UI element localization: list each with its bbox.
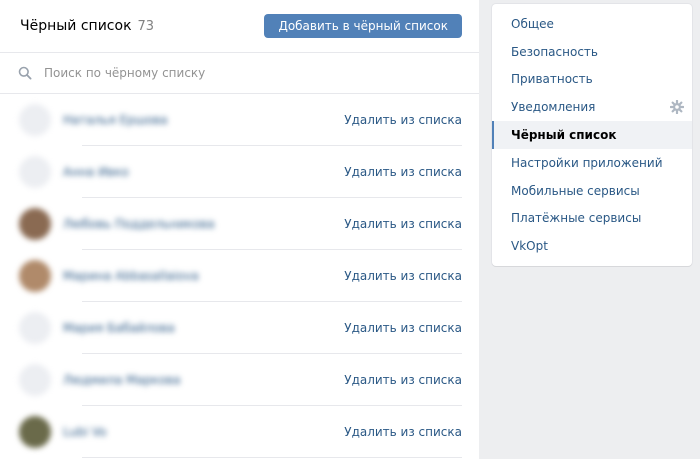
menu-item[interactable]: VkOpt bbox=[492, 232, 692, 260]
menu-item-label: Чёрный список bbox=[511, 128, 617, 143]
add-to-blacklist-button[interactable]: Добавить в чёрный список bbox=[264, 14, 462, 38]
menu-item[interactable]: Приватность bbox=[492, 66, 692, 94]
list-item: Наталья Ершова Удалить из списка bbox=[0, 94, 479, 146]
user-name[interactable]: Мария Бабайлова bbox=[63, 321, 344, 335]
gear-icon[interactable] bbox=[670, 100, 684, 115]
menu-item-label: Настройки приложений bbox=[511, 155, 663, 170]
list-item: Любовь Поддельникова Удалить из списка bbox=[0, 198, 479, 250]
title-wrap: Чёрный список 73 bbox=[20, 18, 154, 34]
menu-item[interactable]: Безопасность bbox=[492, 38, 692, 66]
list-item: Людмила Маркова Удалить из списка bbox=[0, 354, 479, 406]
panel-header: Чёрный список 73 Добавить в чёрный списо… bbox=[0, 0, 479, 53]
avatar[interactable] bbox=[19, 260, 51, 292]
menu-item[interactable]: Мобильные сервисы bbox=[492, 177, 692, 205]
list-item: Анна Ивко Удалить из списка bbox=[0, 146, 479, 198]
blacklist-count: 73 bbox=[137, 19, 155, 34]
user-name[interactable]: Любовь Поддельникова bbox=[63, 217, 344, 231]
menu-item-label: Приватность bbox=[511, 72, 593, 87]
remove-from-list-link[interactable]: Удалить из списка bbox=[344, 217, 462, 231]
avatar[interactable] bbox=[19, 364, 51, 396]
remove-from-list-link[interactable]: Удалить из списка bbox=[344, 425, 462, 439]
user-name[interactable]: Анна Ивко bbox=[63, 165, 344, 179]
page-title: Чёрный список bbox=[20, 18, 132, 34]
remove-from-list-link[interactable]: Удалить из списка bbox=[344, 373, 462, 387]
list-item: Мария Бабайлова Удалить из списка bbox=[0, 302, 479, 354]
menu-item[interactable]: Общее bbox=[492, 10, 692, 38]
menu-item[interactable]: Чёрный список bbox=[492, 121, 692, 149]
remove-from-list-link[interactable]: Удалить из списка bbox=[344, 321, 462, 335]
user-name[interactable]: Lubi Vo bbox=[63, 425, 344, 439]
search-bar bbox=[0, 53, 479, 94]
menu-item[interactable]: Уведомления bbox=[492, 93, 692, 121]
list-item: Lubi Vo Удалить из списка bbox=[0, 406, 479, 458]
user-name[interactable]: Людмила Маркова bbox=[63, 373, 344, 387]
settings-menu: Общее Безопасность Приватность Уведомления Ч… bbox=[492, 4, 692, 266]
menu-item-label: VkOpt bbox=[511, 239, 548, 254]
search-input[interactable] bbox=[44, 66, 461, 80]
remove-from-list-link[interactable]: Удалить из списка bbox=[344, 113, 462, 127]
avatar[interactable] bbox=[19, 208, 51, 240]
menu-item[interactable]: Платёжные сервисы bbox=[492, 205, 692, 233]
list-item: Марина Abbasallaiova Удалить из списка bbox=[0, 250, 479, 302]
menu-item[interactable]: Настройки приложений bbox=[492, 149, 692, 177]
menu-item-label: Уведомления bbox=[511, 100, 596, 115]
avatar[interactable] bbox=[19, 312, 51, 344]
avatar[interactable] bbox=[19, 156, 51, 188]
avatar[interactable] bbox=[19, 416, 51, 448]
blacklist-panel: Чёрный список 73 Добавить в чёрный списо… bbox=[0, 0, 479, 459]
avatar[interactable] bbox=[19, 104, 51, 136]
menu-item-label: Общее bbox=[511, 16, 554, 31]
remove-from-list-link[interactable]: Удалить из списка bbox=[344, 165, 462, 179]
remove-from-list-link[interactable]: Удалить из списка bbox=[344, 269, 462, 283]
menu-item-label: Безопасность bbox=[511, 44, 598, 59]
user-name[interactable]: Марина Abbasallaiova bbox=[63, 269, 344, 283]
user-name[interactable]: Наталья Ершова bbox=[63, 113, 344, 127]
blacklist-list: Наталья Ершова Удалить из списка Анна Ивко… bbox=[0, 94, 479, 458]
search-icon bbox=[18, 66, 32, 80]
menu-item-label: Платёжные сервисы bbox=[511, 211, 642, 226]
menu-item-label: Мобильные сервисы bbox=[511, 183, 640, 198]
